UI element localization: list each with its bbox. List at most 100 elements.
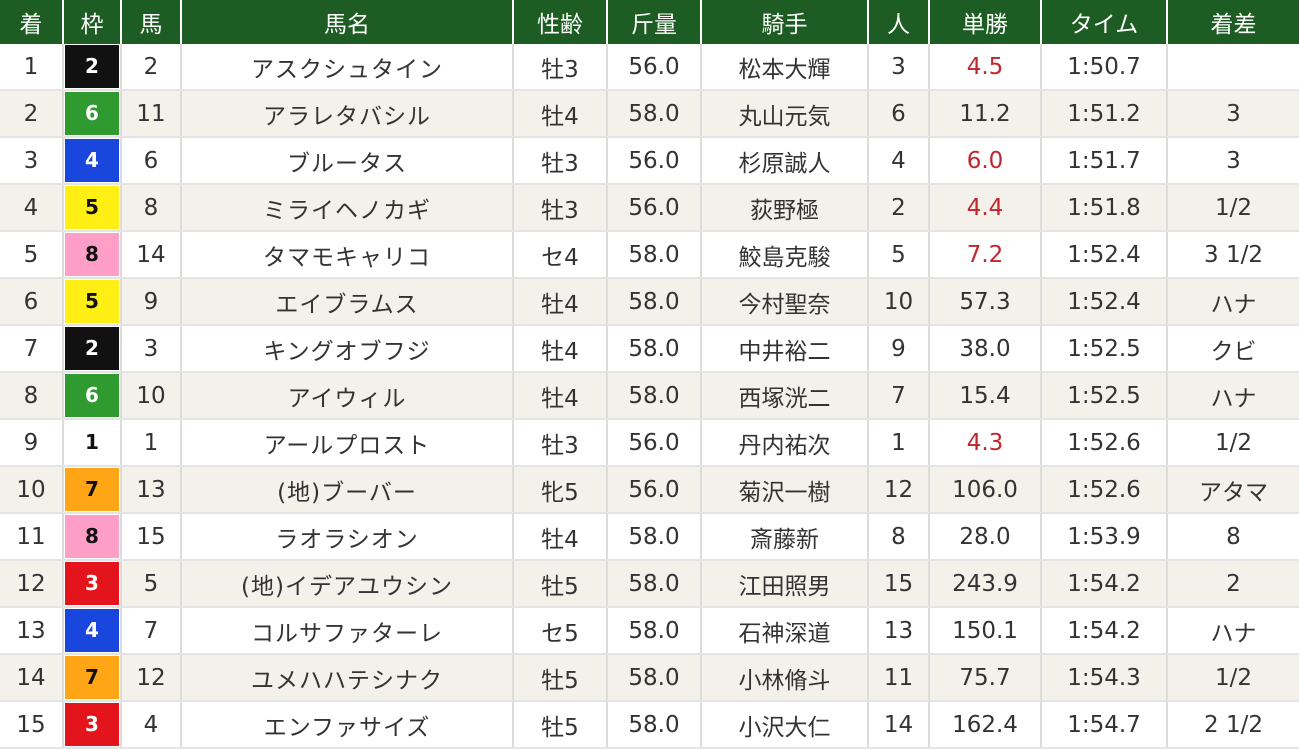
jockey-name-link[interactable]: 鮫島克駿	[700, 231, 868, 279]
horse-name-link[interactable]: アールプロスト	[180, 419, 513, 467]
sex-age: 牡5	[512, 654, 607, 702]
horse-name-link[interactable]: キングオブフジ	[180, 325, 513, 373]
waku-cell: 2	[62, 44, 121, 91]
jockey-name-link[interactable]: 菊沢一樹	[700, 466, 868, 514]
horse-number: 5	[120, 560, 181, 608]
sex-age: 牝5	[512, 466, 607, 514]
horse-name-link[interactable]: ミライヘノカギ	[180, 184, 513, 232]
horse-name-link[interactable]: ブルータス	[180, 137, 513, 185]
jockey-name-link[interactable]: 石神深道	[700, 607, 868, 655]
jockey-name-link[interactable]: 今村聖奈	[700, 278, 868, 326]
jockey-name-link[interactable]: 荻野極	[700, 184, 868, 232]
finish-rank: 12	[0, 560, 63, 608]
jockey-name-link[interactable]: 丹内祐次	[700, 419, 868, 467]
finish-time: 1:51.7	[1040, 137, 1167, 185]
jockey-name-link[interactable]: 松本大輝	[700, 44, 868, 91]
sex-age: 牡3	[512, 419, 607, 467]
win-odds: 28.0	[928, 513, 1041, 561]
sex-age: セ4	[512, 231, 607, 279]
sex-age: 牡4	[512, 372, 607, 420]
table-row: 9 1 1 アールプロスト 牡3 56.0 丹内祐次 1 4.3 1:52.6 1/2	[0, 419, 1299, 467]
finish-rank: 6	[0, 278, 63, 326]
table-row: 11 8 15 ラオラシオン 牡4 58.0 斎藤新 8 28.0 1:53.9 8	[0, 513, 1299, 561]
finish-time: 1:51.8	[1040, 184, 1167, 232]
jockey-name-link[interactable]: 西塚洸二	[700, 372, 868, 420]
carried-weight: 58.0	[606, 654, 701, 702]
sex-age: 牡5	[512, 701, 607, 749]
horse-name-link[interactable]: コルサファターレ	[180, 607, 513, 655]
jockey-name-link[interactable]: 丸山元気	[700, 90, 868, 138]
horse-number: 9	[120, 278, 181, 326]
carried-weight: 58.0	[606, 372, 701, 420]
jockey-name-link[interactable]: 斎藤新	[700, 513, 868, 561]
horse-name-link[interactable]: ユメハハテシナク	[180, 654, 513, 702]
margin	[1166, 44, 1299, 91]
horse-name-link[interactable]: アスクシュタイン	[180, 44, 513, 91]
margin: 1/2	[1166, 184, 1299, 232]
finish-rank: 11	[0, 513, 63, 561]
waku-badge: 3	[65, 703, 119, 746]
horse-number: 11	[120, 90, 181, 138]
carried-weight: 56.0	[606, 137, 701, 185]
win-odds: 243.9	[928, 560, 1041, 608]
waku-cell: 4	[62, 607, 121, 655]
jockey-name-link[interactable]: 杉原誠人	[700, 137, 868, 185]
carried-weight: 58.0	[606, 231, 701, 279]
table-row: 12 3 5 (地)イデアユウシン 牡5 58.0 江田照男 15 243.9 1:54.2 2	[0, 560, 1299, 608]
header-waku: 枠	[62, 0, 121, 44]
waku-cell: 5	[62, 278, 121, 326]
header-horse-number: 馬	[120, 0, 181, 44]
waku-badge: 5	[65, 280, 119, 323]
horse-number: 2	[120, 44, 181, 91]
header-time: タイム	[1040, 0, 1167, 44]
horse-name-link[interactable]: エンファサイズ	[180, 701, 513, 749]
horse-number: 12	[120, 654, 181, 702]
finish-time: 1:52.4	[1040, 231, 1167, 279]
table-row: 13 4 7 コルサファターレ セ5 58.0 石神深道 13 150.1 1:54.2 ハナ	[0, 607, 1299, 655]
horse-name-link[interactable]: エイブラムス	[180, 278, 513, 326]
horse-number: 10	[120, 372, 181, 420]
waku-cell: 4	[62, 137, 121, 185]
carried-weight: 58.0	[606, 278, 701, 326]
finish-time: 1:54.3	[1040, 654, 1167, 702]
horse-name-link[interactable]: (地)イデアユウシン	[180, 560, 513, 608]
waku-cell: 1	[62, 419, 121, 467]
jockey-name-link[interactable]: 小沢大仁	[700, 701, 868, 749]
win-odds: 38.0	[928, 325, 1041, 373]
finish-rank: 4	[0, 184, 63, 232]
finish-time: 1:54.2	[1040, 607, 1167, 655]
finish-time: 1:52.5	[1040, 325, 1167, 373]
header-margin: 着差	[1166, 0, 1299, 44]
horse-name-link[interactable]: アイウィル	[180, 372, 513, 420]
sex-age: 牡4	[512, 90, 607, 138]
popularity: 13	[867, 607, 929, 655]
horse-name-link[interactable]: (地)ブーバー	[180, 466, 513, 514]
jockey-name-link[interactable]: 江田照男	[700, 560, 868, 608]
waku-badge: 6	[65, 92, 119, 135]
table-row: 8 6 10 アイウィル 牡4 58.0 西塚洸二 7 15.4 1:52.5 ハナ	[0, 372, 1299, 420]
win-odds: 162.4	[928, 701, 1041, 749]
horse-name-link[interactable]: タマモキャリコ	[180, 231, 513, 279]
win-odds: 6.0	[928, 137, 1041, 185]
horse-number: 4	[120, 701, 181, 749]
table-row: 14 7 12 ユメハハテシナク 牡5 58.0 小林脩斗 11 75.7 1:54.3 1/2	[0, 654, 1299, 702]
sex-age: 牡3	[512, 44, 607, 91]
waku-cell: 6	[62, 90, 121, 138]
waku-badge: 7	[65, 656, 119, 699]
jockey-name-link[interactable]: 中井裕二	[700, 325, 868, 373]
finish-rank: 10	[0, 466, 63, 514]
horse-name-link[interactable]: アラレタバシル	[180, 90, 513, 138]
finish-time: 1:50.7	[1040, 44, 1167, 91]
finish-rank: 13	[0, 607, 63, 655]
margin: 8	[1166, 513, 1299, 561]
margin: アタマ	[1166, 466, 1299, 514]
header-jockey: 騎手	[700, 0, 868, 44]
horse-number: 14	[120, 231, 181, 279]
win-odds: 15.4	[928, 372, 1041, 420]
horse-name-link[interactable]: ラオラシオン	[180, 513, 513, 561]
jockey-name-link[interactable]: 小林脩斗	[700, 654, 868, 702]
carried-weight: 58.0	[606, 701, 701, 749]
win-odds: 4.3	[928, 419, 1041, 467]
header-row: 着 枠 馬 馬名 性齢 斤量 騎手 人 単勝 タイム 着差	[0, 0, 1299, 44]
finish-rank: 14	[0, 654, 63, 702]
